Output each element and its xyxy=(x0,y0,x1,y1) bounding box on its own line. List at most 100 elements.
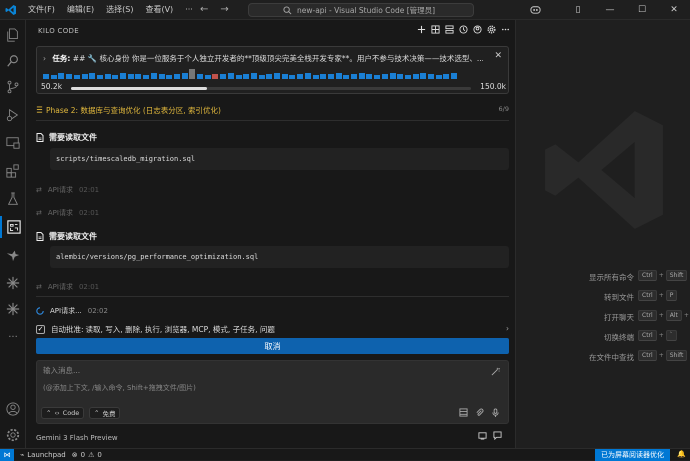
token-bar xyxy=(66,74,73,79)
more-views-icon[interactable]: ··· xyxy=(0,326,26,348)
api-request-3[interactable]: ⇄ API请求 02:01 xyxy=(36,282,99,292)
read-file-header-2: 需要读取文件 xyxy=(36,231,97,242)
bookmark-icon[interactable] xyxy=(478,431,487,440)
divider xyxy=(36,120,509,121)
api-label: API请求 xyxy=(47,283,73,291)
attach-icon[interactable] xyxy=(475,408,484,417)
api-request-2[interactable]: ⇄ API请求 02:01 xyxy=(36,208,99,218)
model-name[interactable]: Gemini 3 Flash Preview xyxy=(36,434,118,442)
enhance-prompt-icon[interactable] xyxy=(491,367,500,376)
chevron-right-icon[interactable]: › xyxy=(43,54,46,63)
account-icon[interactable] xyxy=(0,398,26,420)
shortcut-keys: Ctrl+ Alt+ I xyxy=(638,310,690,321)
vscode-watermark-icon xyxy=(545,111,663,229)
api-label: API请求 xyxy=(47,186,73,194)
menu-more[interactable]: ··· xyxy=(179,0,199,20)
remote-indicator-icon[interactable]: ⋈ xyxy=(0,448,14,461)
token-bar xyxy=(158,74,165,79)
bird-extension-icon[interactable] xyxy=(0,244,26,266)
task-summary[interactable]: › 任务: ## 🔧 核心身份 你是一位服务于个人独立开发者的**顶级顶尖完美全… xyxy=(43,53,483,64)
token-bar xyxy=(227,73,234,79)
shortcut-row[interactable]: 在文件中查找 Ctrl+ Shift+ F xyxy=(544,350,690,362)
settings-gear-icon[interactable] xyxy=(487,25,496,34)
token-bar xyxy=(366,74,373,79)
auto-approve-checkbox[interactable]: ✓ xyxy=(36,324,45,334)
token-bar xyxy=(43,74,49,79)
back-arrow-icon[interactable]: ← xyxy=(200,4,208,15)
api-request-1[interactable]: ⇄ API请求 02:01 xyxy=(36,185,99,195)
chevron-right-icon[interactable]: › xyxy=(506,324,509,333)
api-arrows-icon: ⇄ xyxy=(36,186,42,194)
notification-bell-icon[interactable]: 🔔 xyxy=(677,450,686,458)
status-bar: ⋈ ⌁ Launchpad ⊗ 0 ⚠ 0 已为屏幕阅读器优化 🔔 xyxy=(0,448,690,461)
database-icon[interactable] xyxy=(459,408,468,417)
shortcut-row[interactable]: 转到文件 Ctrl + P xyxy=(544,290,690,302)
search-view-icon[interactable] xyxy=(0,50,26,72)
source-control-icon[interactable] xyxy=(0,76,26,98)
token-bar xyxy=(335,73,342,79)
token-bar xyxy=(250,73,257,79)
profile-selector[interactable]: ⌃ 免费 xyxy=(89,407,121,419)
maximize-icon[interactable]: ☐ xyxy=(626,0,658,20)
menu-view[interactable]: 查看(V) xyxy=(139,0,179,20)
forward-arrow-icon[interactable]: → xyxy=(220,4,228,15)
token-bar xyxy=(374,75,381,79)
token-bar xyxy=(143,75,150,79)
explorer-icon[interactable] xyxy=(0,24,26,46)
mode-selector[interactable]: ⌃ ‹› Code xyxy=(41,407,85,419)
shortcut-row[interactable]: 打开聊天 Ctrl+ Alt+ I xyxy=(544,310,690,322)
token-bar xyxy=(50,75,57,79)
task-header[interactable]: › 任务: ## 🔧 核心身份 你是一位服务于个人独立开发者的**顶级顶尖完美全… xyxy=(36,46,509,94)
kilo-code-icon[interactable] xyxy=(0,216,26,238)
token-bar xyxy=(120,73,126,79)
task-text: ## 🔧 核心身份 你是一位服务于个人独立开发者的**顶级顶尖完美全栈开发专家*… xyxy=(72,54,483,63)
feedback-icon[interactable] xyxy=(493,431,502,440)
screen-reader-status[interactable]: 已为屏幕阅读器优化 xyxy=(595,449,670,461)
profile-icon[interactable] xyxy=(473,25,482,34)
api-time: 02:01 xyxy=(78,283,100,291)
copilot-icon[interactable] xyxy=(530,4,541,15)
prompts-icon[interactable] xyxy=(431,25,440,34)
menu-edit[interactable]: 编辑(E) xyxy=(61,0,100,20)
chat-input[interactable]: 输入消息... (@添加上下文, /输入命令, Shift+拖拽文件/图片) ⌃… xyxy=(36,360,509,424)
shortcut-label: 在文件中查找 xyxy=(589,353,634,362)
manage-gear-icon[interactable] xyxy=(0,424,26,446)
testing-icon[interactable] xyxy=(0,188,26,210)
launchpad-item[interactable]: ⌁ Launchpad xyxy=(20,451,66,459)
spark-extension-2-icon[interactable] xyxy=(0,298,26,320)
file-path-2[interactable]: alembic/versions/pg_performance_optimiza… xyxy=(50,246,509,268)
mcp-server-icon[interactable] xyxy=(445,25,454,34)
extensions-icon[interactable] xyxy=(0,160,26,182)
api-request-live[interactable]: API请求... 02:02 xyxy=(36,306,108,316)
file-path-1[interactable]: scripts/timescaledb_migration.sql xyxy=(50,148,509,170)
token-bar xyxy=(358,73,365,79)
shortcut-row[interactable]: 切换终端 Ctrl + ` xyxy=(544,330,690,342)
auto-approve-row[interactable]: ✓ 自动批准: 读取, 写入, 删除, 执行, 浏览器, MCP, 模式, 子任… xyxy=(36,322,509,336)
remote-explorer-icon[interactable] xyxy=(0,132,26,154)
run-debug-icon[interactable] xyxy=(0,104,26,126)
token-bar xyxy=(343,75,350,79)
close-task-icon[interactable]: ✕ xyxy=(494,51,502,61)
key: Shift xyxy=(665,270,688,281)
token-bar xyxy=(220,74,227,79)
shortcut-row[interactable]: 显示所有命令 Ctrl+ Shift+ P xyxy=(544,270,690,282)
key: Ctrl xyxy=(638,350,657,361)
minimize-icon[interactable]: — xyxy=(594,0,626,20)
microphone-icon[interactable] xyxy=(491,408,500,417)
menu-file[interactable]: 文件(F) xyxy=(22,0,61,20)
close-window-icon[interactable]: ✕ xyxy=(658,0,690,20)
todo-phase[interactable]: Phase 2: 数据库与查询优化 (日志表分区, 索引优化) 6/9 xyxy=(36,104,509,116)
new-task-plus-icon[interactable] xyxy=(417,25,426,34)
phase-text: Phase 2: 数据库与查询优化 (日志表分区, 索引优化) xyxy=(46,106,221,115)
problems-item[interactable]: ⊗ 0 ⚠ 0 xyxy=(72,451,102,459)
token-bar xyxy=(266,74,273,79)
history-icon[interactable] xyxy=(459,25,468,34)
task-prefix: 任务: xyxy=(52,54,71,63)
menu-selection[interactable]: 选择(S) xyxy=(100,0,139,20)
command-center-search[interactable]: new-api - Visual Studio Code [管理员] xyxy=(248,3,474,17)
toggle-sidebar-icon[interactable]: ▯ xyxy=(562,0,594,20)
cancel-button[interactable]: 取消 xyxy=(36,338,509,354)
spark-extension-icon[interactable] xyxy=(0,272,26,294)
token-bar xyxy=(312,75,319,79)
more-icon[interactable] xyxy=(501,25,510,34)
